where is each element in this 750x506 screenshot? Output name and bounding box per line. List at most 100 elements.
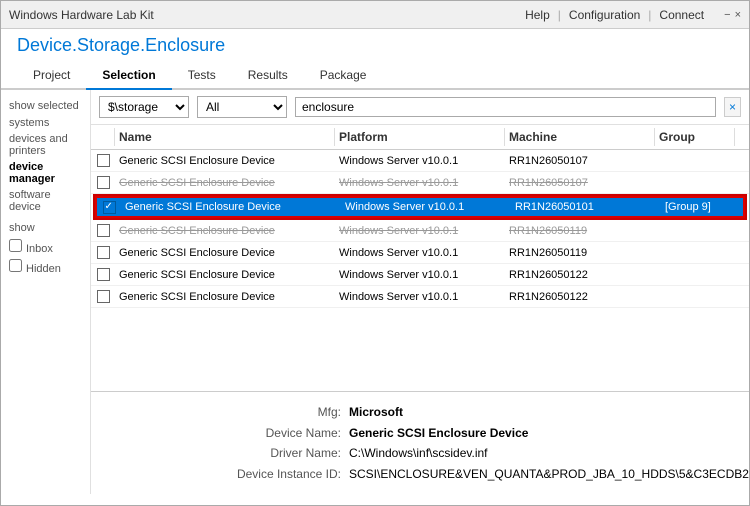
tab-project[interactable]: Project	[17, 62, 86, 90]
device-instance-row: Device Instance ID: SCSI\ENCLOSURE&VEN_Q…	[221, 464, 733, 484]
checkbox-icon[interactable]	[97, 154, 110, 167]
sidebar-item-software-device[interactable]: software device	[9, 188, 82, 214]
row-name-6: Generic SCSI Enclosure Device	[115, 289, 335, 305]
row-platform-4: Windows Server v10.0.1	[335, 245, 505, 261]
content-area: $\storage All × NamePlatformMachineGroup…	[91, 90, 749, 494]
sidebar-item-inbox[interactable]: Inbox	[9, 238, 82, 256]
row-machine-0: RR1N26050107	[505, 153, 655, 169]
row-checkbox-5[interactable]	[91, 266, 115, 283]
checkbox-icon[interactable]	[97, 268, 110, 281]
row-machine-6: RR1N26050122	[505, 289, 655, 305]
row-checkbox-1[interactable]	[91, 174, 115, 191]
minimize-button[interactable]: −	[724, 9, 730, 21]
row-name-4: Generic SCSI Enclosure Device	[115, 245, 335, 261]
tab-selection[interactable]: Selection	[86, 62, 171, 90]
driver-name-label: Driver Name:	[221, 443, 341, 463]
row-group-2: [Group 9]	[661, 199, 741, 215]
row-checkbox-6[interactable]	[91, 288, 115, 305]
row-machine-2: RR1N26050101	[511, 199, 661, 215]
row-name-1: Generic SCSI Enclosure Device	[115, 175, 335, 191]
row-checkbox-4[interactable]	[91, 244, 115, 261]
tab-package[interactable]: Package	[304, 62, 383, 90]
device-name-row: Device Name: Generic SCSI Enclosure Devi…	[221, 423, 733, 443]
row-machine-5: RR1N26050122	[505, 267, 655, 283]
col-header-3: Machine	[505, 128, 655, 146]
all-select[interactable]: All	[197, 96, 287, 118]
row-name-2: Generic SCSI Enclosure Device	[121, 199, 341, 215]
table-row[interactable]: Generic SCSI Enclosure DeviceWindows Ser…	[95, 196, 745, 218]
row-group-6	[655, 295, 735, 299]
driver-name-row: Driver Name: C:\Windows\inf\scsidev.inf	[221, 443, 733, 463]
row-platform-1: Windows Server v10.0.1	[335, 175, 505, 191]
clear-button[interactable]: ×	[724, 97, 741, 117]
row-platform-2: Windows Server v10.0.1	[341, 199, 511, 215]
help-link[interactable]: Help	[525, 8, 550, 22]
checkbox-icon[interactable]	[97, 290, 110, 303]
mfg-row: Mfg: Microsoft	[221, 402, 733, 422]
row-name-3: Generic SCSI Enclosure Device	[115, 223, 335, 239]
row-name-5: Generic SCSI Enclosure Device	[115, 267, 335, 283]
storage-select[interactable]: $\storage	[99, 96, 189, 118]
table-row[interactable]: Generic SCSI Enclosure DeviceWindows Ser…	[91, 264, 749, 286]
tab-results[interactable]: Results	[232, 62, 304, 90]
sidebar-item-systems[interactable]: systems	[9, 116, 82, 130]
row-group-4	[655, 251, 735, 255]
sidebar-item-devices-and-printers[interactable]: devices and printers	[9, 132, 82, 158]
row-platform-5: Windows Server v10.0.1	[335, 267, 505, 283]
device-name-label: Device Name:	[221, 423, 341, 443]
tabs-bar: ProjectSelectionTestsResultsPackage	[1, 60, 749, 90]
sidebar: show selected systems devices and printer…	[1, 90, 91, 494]
checkbox-icon[interactable]	[103, 201, 116, 214]
col-header-2: Platform	[335, 128, 505, 146]
tab-tests[interactable]: Tests	[172, 62, 232, 90]
row-machine-4: RR1N26050119	[505, 245, 655, 261]
col-header-4: Group	[655, 128, 735, 146]
mfg-label: Mfg:	[221, 402, 341, 422]
window-controls: − ×	[724, 9, 741, 21]
table-area: NamePlatformMachineGroup Generic SCSI En…	[91, 125, 749, 391]
checkbox-icon[interactable]	[97, 176, 110, 189]
sidebar-item-hidden[interactable]: Hidden	[9, 258, 82, 276]
table-row[interactable]: Generic SCSI Enclosure DeviceWindows Ser…	[91, 220, 749, 242]
configuration-link[interactable]: Configuration	[569, 8, 640, 22]
table-row[interactable]: Generic SCSI Enclosure DeviceWindows Ser…	[91, 286, 749, 308]
table-row[interactable]: Generic SCSI Enclosure DeviceWindows Ser…	[91, 242, 749, 264]
app-title-bar: Windows Hardware Lab Kit	[9, 8, 154, 22]
row-platform-0: Windows Server v10.0.1	[335, 153, 505, 169]
sidebar-item-device-manager[interactable]: device manager	[9, 160, 82, 186]
close-button[interactable]: ×	[735, 9, 741, 21]
title-bar: Windows Hardware Lab Kit Help | Configur…	[1, 1, 749, 29]
table-header: NamePlatformMachineGroup	[91, 125, 749, 150]
mfg-value: Microsoft	[349, 402, 403, 422]
device-name-value: Generic SCSI Enclosure Device	[349, 423, 528, 443]
connect-link[interactable]: Connect	[659, 8, 704, 22]
driver-name-value: C:\Windows\inf\scsidev.inf	[349, 443, 488, 463]
search-input[interactable]	[295, 97, 716, 117]
app-header: Device.Storage.Enclosure	[1, 29, 749, 56]
row-checkbox-2[interactable]	[97, 199, 121, 216]
row-group-0	[655, 159, 735, 163]
detail-panel: Mfg: Microsoft Device Name: Generic SCSI…	[91, 391, 749, 494]
row-machine-1: RR1N26050107	[505, 175, 655, 191]
show-selected-title: show selected	[9, 100, 82, 112]
row-name-0: Generic SCSI Enclosure Device	[115, 153, 335, 169]
row-group-3	[655, 229, 735, 233]
device-instance-label: Device Instance ID:	[221, 464, 341, 484]
table-row[interactable]: Generic SCSI Enclosure DeviceWindows Ser…	[91, 172, 749, 194]
show-title: show	[9, 222, 82, 234]
filter-bar: $\storage All ×	[91, 90, 749, 125]
app-title: Device.Storage.Enclosure	[17, 35, 733, 56]
main-content: show selected systems devices and printer…	[1, 90, 749, 494]
row-platform-3: Windows Server v10.0.1	[335, 223, 505, 239]
checkbox-icon[interactable]	[97, 224, 110, 237]
checkbox-icon[interactable]	[97, 246, 110, 259]
row-checkbox-3[interactable]	[91, 222, 115, 239]
device-instance-value: SCSI\ENCLOSURE&VEN_QUANTA&PROD_JBA_10_HD…	[349, 464, 749, 484]
row-group-1	[655, 181, 735, 185]
row-group-5	[655, 273, 735, 277]
device-table: NamePlatformMachineGroup Generic SCSI En…	[91, 125, 749, 391]
col-header-1: Name	[115, 128, 335, 146]
title-bar-text: Windows Hardware Lab Kit	[9, 8, 154, 22]
row-checkbox-0[interactable]	[91, 152, 115, 169]
table-row[interactable]: Generic SCSI Enclosure DeviceWindows Ser…	[91, 150, 749, 172]
